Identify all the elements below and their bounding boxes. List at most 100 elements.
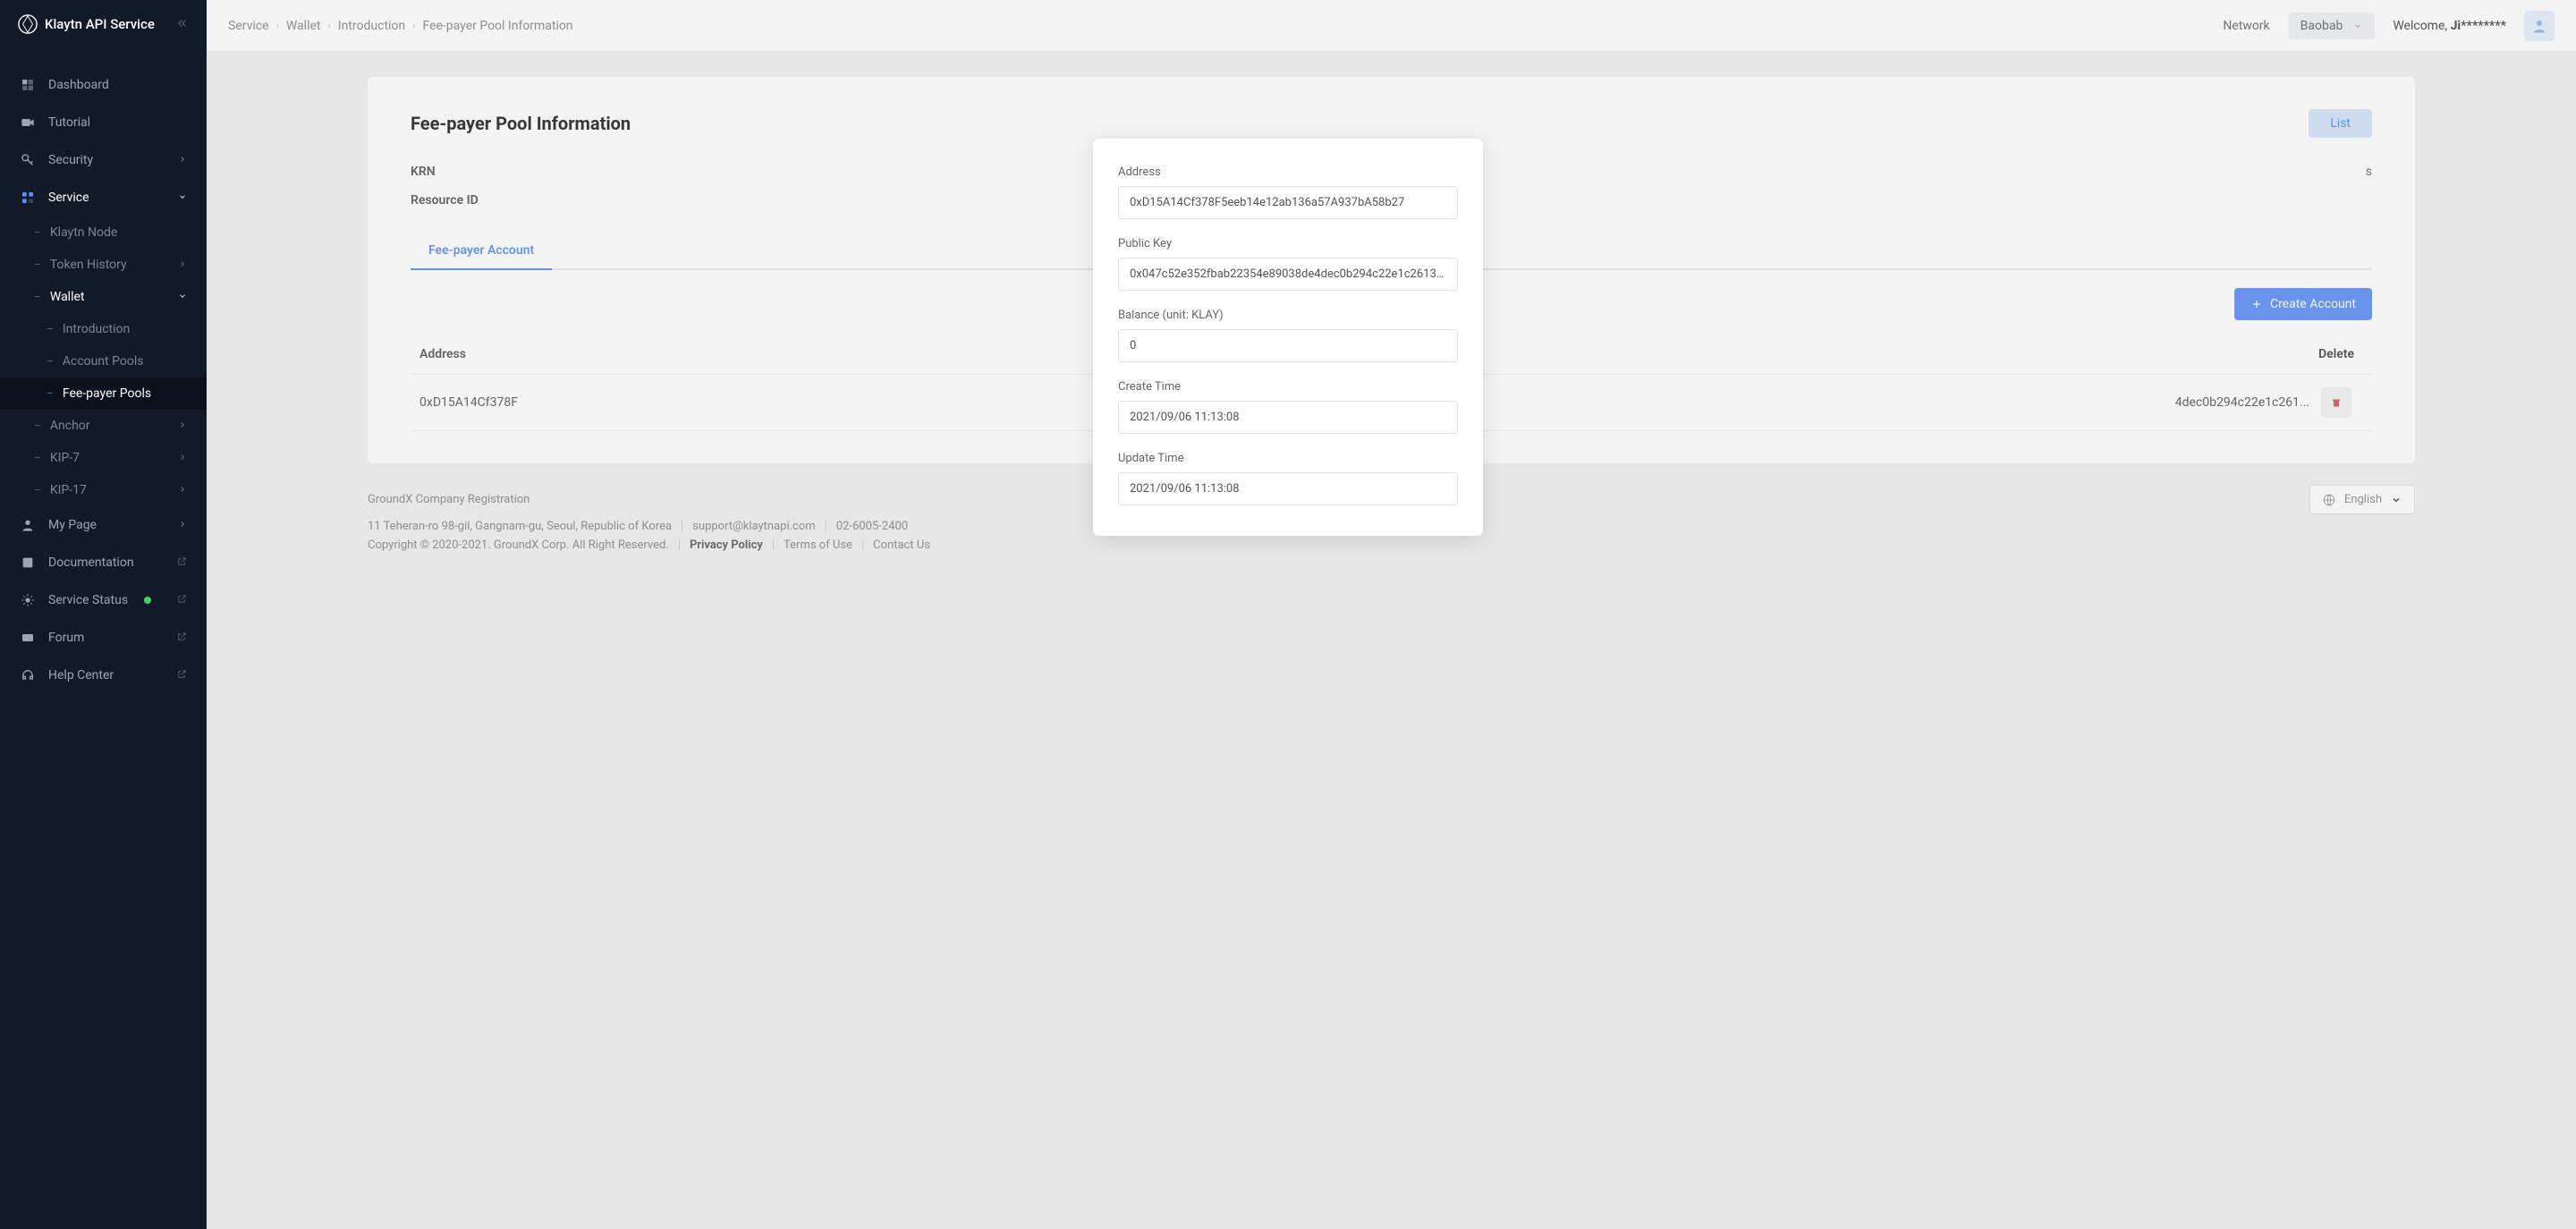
mail-icon (20, 630, 36, 646)
modal-address-label: Address (1118, 165, 1458, 179)
sidebar-item-klaytn-node[interactable]: –Klaytn Node (0, 216, 207, 249)
dash-icon: – (47, 387, 54, 400)
dash-icon: – (34, 484, 41, 496)
sidebar-item-anchor[interactable]: –Anchor (0, 410, 207, 442)
network-label: Network (2223, 19, 2269, 33)
sidebar-item-label: My Page (48, 518, 97, 532)
breadcrumb-item[interactable]: Wallet (286, 19, 321, 33)
sidebar: Klaytn API Service Dashboard Tutorial Se… (0, 0, 207, 1229)
sidebar-item-service[interactable]: Service (0, 179, 207, 216)
footer-company: GroundX Company Registration (368, 493, 530, 506)
modal-update-time-value: 2021/09/06 11:13:08 (1118, 472, 1458, 505)
chevron-down-icon (2353, 21, 2362, 30)
avatar-button[interactable] (2524, 11, 2555, 41)
resource-id-label: Resource ID (411, 193, 518, 208)
dashboard-icon (20, 77, 36, 93)
sidebar-item-label: Introduction (63, 322, 130, 336)
create-account-button[interactable]: Create Account (2234, 288, 2372, 320)
sidebar-item-wallet-introduction[interactable]: –Introduction (0, 313, 207, 345)
chevron-down-icon (178, 290, 187, 304)
trash-icon (2331, 397, 2342, 408)
breadcrumb-item[interactable]: Introduction (338, 19, 405, 33)
sidebar-item-dashboard[interactable]: Dashboard (0, 66, 207, 104)
sidebar-item-label: Wallet (50, 290, 85, 304)
footer-email[interactable]: support@klaytnapi.com (692, 520, 815, 533)
dash-icon: – (34, 452, 41, 464)
dash-icon: – (34, 291, 41, 303)
breadcrumb: Service › Wallet › Introduction › Fee-pa… (228, 19, 573, 33)
modal-address-value: 0xD15A14Cf378F5eeb14e12ab136a57A937bA58b… (1118, 186, 1458, 219)
video-icon (20, 114, 36, 131)
sidebar-item-my-page[interactable]: My Page (0, 506, 207, 544)
sidebar-item-feepayer-pools[interactable]: –Fee-payer Pools (0, 377, 207, 410)
sidebar-item-label: Documentation (48, 555, 134, 570)
footer-copyright: Copyright © 2020-2021. GroundX Corp. All… (368, 538, 669, 552)
footer-contact-link[interactable]: Contact Us (873, 538, 930, 552)
krn-label: KRN (411, 165, 518, 179)
sidebar-item-label: KIP-7 (50, 451, 80, 465)
sidebar-item-label: Fee-payer Pools (63, 386, 151, 401)
sidebar-item-token-history[interactable]: –Token History (0, 249, 207, 281)
footer-privacy-link[interactable]: Privacy Policy (690, 538, 763, 552)
sidebar-item-label: Security (48, 153, 93, 167)
chevron-right-icon (178, 518, 187, 532)
sidebar-item-kip7[interactable]: –KIP-7 (0, 442, 207, 474)
modal-balance-label: Balance (unit: KLAY) (1118, 309, 1458, 322)
chevron-right-icon: › (276, 20, 279, 31)
sidebar-item-security[interactable]: Security (0, 141, 207, 179)
sidebar-item-account-pools[interactable]: –Account Pools (0, 345, 207, 377)
modal-update-time-label: Update Time (1118, 452, 1458, 465)
sidebar-item-label: Account Pools (63, 354, 144, 369)
network-select[interactable]: Baobab (2288, 13, 2376, 39)
sidebar-item-tutorial[interactable]: Tutorial (0, 104, 207, 141)
plus-icon (2250, 298, 2263, 310)
key-icon (20, 152, 36, 168)
chevron-down-icon (178, 191, 187, 205)
list-button[interactable]: List (2309, 109, 2372, 138)
sidebar-item-label: Service (48, 191, 89, 205)
delete-button[interactable] (2321, 387, 2351, 418)
footer-address: 11 Teheran-ro 98-gil, Gangnam-gu, Seoul,… (368, 520, 672, 533)
sidebar-item-forum[interactable]: Forum (0, 619, 207, 657)
chevron-right-icon: › (327, 20, 330, 31)
chevron-right-icon (178, 483, 187, 497)
external-link-icon (177, 668, 187, 682)
dash-icon: – (34, 420, 41, 432)
chevron-right-icon (178, 258, 187, 272)
sidebar-collapse-button[interactable] (176, 16, 189, 33)
globe-icon (2323, 494, 2335, 506)
sidebar-item-help-center[interactable]: Help Center (0, 657, 207, 694)
sidebar-item-label: Forum (48, 631, 84, 645)
chevron-right-icon: › (412, 20, 415, 31)
network-value: Baobab (2301, 19, 2343, 33)
sidebar-item-label: Help Center (48, 668, 114, 682)
sidebar-item-documentation[interactable]: Documentation (0, 544, 207, 581)
sidebar-item-label: Dashboard (48, 78, 109, 92)
headphones-icon (20, 667, 36, 683)
language-select[interactable]: English (2309, 485, 2415, 514)
tab-feepayer-account[interactable]: Fee-payer Account (411, 233, 552, 270)
footer-terms-link[interactable]: Terms of Use (784, 538, 852, 552)
sidebar-nav: Dashboard Tutorial Security Service –Kla… (0, 48, 207, 1229)
book-icon (20, 555, 36, 571)
table-header-address: Address (419, 347, 1158, 361)
sidebar-item-kip17[interactable]: –KIP-17 (0, 474, 207, 506)
logo-area: Klaytn API Service (0, 0, 207, 48)
footer-phone: 02-6005-2400 (836, 520, 908, 533)
breadcrumb-item[interactable]: Fee-payer Pool Information (422, 19, 572, 33)
sidebar-item-label: KIP-17 (50, 483, 87, 497)
modal-balance-value: 0 (1118, 329, 1458, 362)
external-link-icon (177, 555, 187, 570)
row-address: 0xD15A14Cf378F (419, 395, 1158, 410)
breadcrumb-item[interactable]: Service (228, 19, 269, 33)
modal-create-time-label: Create Time (1118, 380, 1458, 394)
chevron-down-icon (2391, 495, 2402, 505)
page-title: Fee-payer Pool Information (411, 113, 631, 134)
sidebar-item-service-status[interactable]: Service Status (0, 581, 207, 619)
modal-pubkey-label: Public Key (1118, 237, 1458, 250)
dash-icon: – (47, 323, 54, 335)
dash-icon: – (34, 226, 41, 239)
welcome-text: Welcome, Ji******** (2393, 19, 2506, 33)
logo-text: Klaytn API Service (45, 16, 155, 32)
sidebar-item-wallet[interactable]: –Wallet (0, 281, 207, 313)
